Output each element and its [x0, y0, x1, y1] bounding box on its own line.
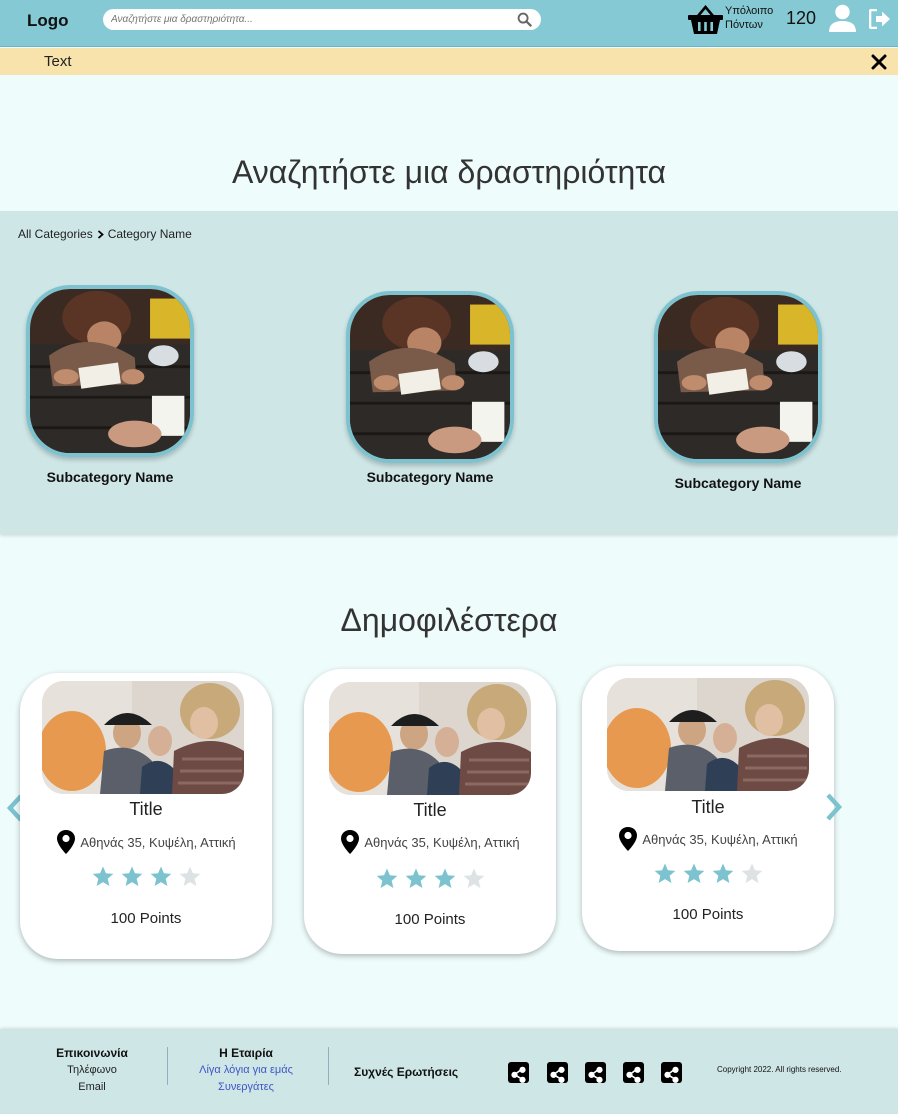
share-icon[interactable]: [508, 1062, 529, 1083]
footer-contact-heading: Επικοινωνία: [56, 1046, 128, 1060]
star-filled-icon: [712, 863, 733, 883]
notice-text: Text: [44, 53, 72, 70]
star-empty-icon: [179, 866, 200, 886]
footer-faq-link[interactable]: Συχνές Ερωτήσεις: [354, 1065, 458, 1079]
subcategory-name[interactable]: Subcategory Name: [653, 475, 823, 491]
rating-stars: [582, 862, 834, 886]
activity-location: Αθηνάς 35, Κυψέλη, Αττική: [20, 829, 272, 855]
subcategory-image[interactable]: [26, 285, 194, 457]
chevron-right-icon: [97, 229, 104, 239]
star-filled-icon: [654, 863, 675, 883]
popular-heading: Δημοφιλέστερα: [340, 602, 558, 638]
basket-icon[interactable]: [688, 5, 723, 35]
rating-stars: [304, 867, 556, 891]
location-text: Αθηνάς 35, Κυψέλη, Αττική: [80, 834, 236, 850]
logo[interactable]: Logo: [27, 11, 69, 31]
points-balance-value: 120: [786, 8, 817, 28]
notice-bar: Text: [0, 48, 898, 75]
breadcrumb-all-categories[interactable]: All Categories: [18, 227, 93, 241]
footer-about-link[interactable]: Λίγα λόγια για εμάς: [186, 1062, 306, 1079]
activity-card[interactable]: Title Αθηνάς 35, Κυψέλη, Αττική 100 Poin…: [582, 666, 834, 951]
footer-contact: Επικοινωνία Τηλέφωνο Email: [42, 1045, 142, 1096]
activity-points: 100 Points: [110, 910, 182, 927]
close-icon[interactable]: [871, 54, 887, 70]
share-icon[interactable]: [547, 1062, 568, 1083]
share-icon[interactable]: [623, 1062, 644, 1083]
points-label-line1: Υπόλοιπο: [725, 5, 774, 17]
share-icon[interactable]: [661, 1062, 682, 1083]
location-pin-icon: [619, 827, 638, 851]
activity-card[interactable]: Title Αθηνάς 35, Κυψέλη, Αττική 100 Poin…: [304, 669, 556, 954]
breadcrumb: All Categories Category Name: [18, 227, 192, 241]
subcategory-card[interactable]: Subcategory Name: [345, 291, 515, 485]
activity-image[interactable]: [42, 681, 244, 794]
points-balance-label: Υπόλοιπο Πόντων: [725, 4, 783, 32]
footer-company: Η Εταιρία Λίγα λόγια για εμάς Συνεργάτες: [186, 1045, 306, 1096]
rating-stars: [20, 865, 272, 889]
subcategory-image[interactable]: [654, 291, 822, 463]
footer: Επικοινωνία Τηλέφωνο Email Η Εταιρία Λίγ…: [0, 1029, 898, 1114]
subcategory-name[interactable]: Subcategory Name: [345, 469, 515, 485]
footer-partners-link[interactable]: Συνεργάτες: [186, 1079, 306, 1096]
star-empty-icon: [463, 868, 484, 888]
search-icon[interactable]: [517, 12, 532, 27]
logout-icon[interactable]: [869, 9, 891, 29]
activity-points: 100 Points: [672, 906, 744, 923]
points-label-line2: Πόντων: [725, 19, 763, 31]
search-bar[interactable]: [103, 9, 541, 30]
search-heading: Αναζητήστε μια δραστηριότητα: [232, 154, 666, 190]
star-filled-icon: [434, 868, 455, 888]
star-filled-icon: [405, 868, 426, 888]
breadcrumb-current: Category Name: [107, 227, 192, 241]
subcategory-card[interactable]: Subcategory Name: [653, 291, 823, 491]
subcategory-section: All Categories Category Name Subcategory…: [0, 211, 898, 534]
star-filled-icon: [121, 866, 142, 886]
star-empty-icon: [741, 863, 762, 883]
activity-image[interactable]: [329, 682, 531, 795]
star-filled-icon: [92, 866, 113, 886]
activity-card[interactable]: Title Αθηνάς 35, Κυψέλη, Αττική 100 Poin…: [20, 673, 272, 959]
footer-divider: [328, 1047, 329, 1085]
location-pin-icon: [341, 830, 360, 854]
activity-title[interactable]: Title: [582, 797, 834, 818]
subcategory-name[interactable]: Subcategory Name: [25, 469, 195, 485]
location-pin-icon: [57, 830, 76, 854]
search-input[interactable]: [111, 11, 511, 28]
activity-points: 100 Points: [394, 911, 466, 928]
subcategory-card[interactable]: Subcategory Name: [25, 285, 195, 485]
activity-title[interactable]: Title: [20, 799, 272, 820]
share-icon[interactable]: [585, 1062, 606, 1083]
footer-phone-link[interactable]: Τηλέφωνο: [42, 1062, 142, 1079]
location-text: Αθηνάς 35, Κυψέλη, Αττική: [364, 834, 520, 850]
activity-location: Αθηνάς 35, Κυψέλη, Αττική: [582, 826, 834, 852]
chevron-right-icon[interactable]: [823, 792, 845, 822]
top-bar: Logo Υπόλοιπο Πόντων 120: [0, 0, 898, 47]
copyright-text: Copyright 2022. All rights reserved.: [717, 1065, 842, 1074]
star-filled-icon: [376, 868, 397, 888]
activity-location: Αθηνάς 35, Κυψέλη, Αττική: [304, 829, 556, 855]
star-filled-icon: [683, 863, 704, 883]
user-icon[interactable]: [828, 4, 857, 32]
star-filled-icon: [150, 866, 171, 886]
activity-title[interactable]: Title: [304, 800, 556, 821]
activity-image[interactable]: [607, 678, 809, 791]
location-text: Αθηνάς 35, Κυψέλη, Αττική: [642, 831, 798, 847]
footer-email-link[interactable]: Email: [42, 1079, 142, 1096]
footer-divider: [167, 1047, 168, 1085]
footer-company-heading: Η Εταιρία: [219, 1046, 273, 1060]
subcategory-image[interactable]: [346, 291, 514, 463]
